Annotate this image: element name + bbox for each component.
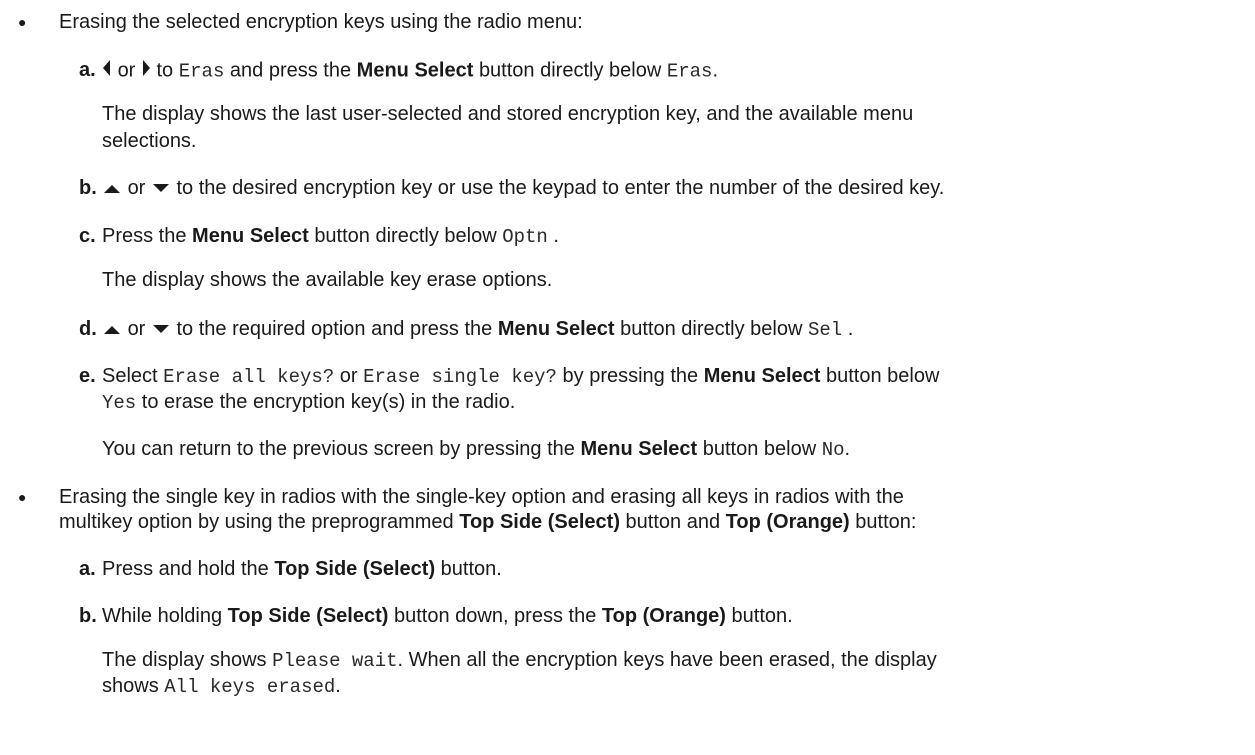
step-text: Press and hold the	[102, 558, 269, 580]
left-arrow-icon	[102, 58, 112, 84]
step-label-e: e.	[79, 365, 96, 387]
or-text: or	[127, 177, 146, 199]
step-text: to erase the encryption key(s) in the ra…	[141, 391, 516, 413]
menu-code-eras: Eras	[178, 60, 225, 83]
step-text: button.	[731, 605, 793, 627]
step-text: button and	[625, 511, 721, 533]
down-arrow-icon	[151, 177, 171, 201]
step-text: While holding	[102, 605, 223, 627]
step-text: You can return to the previous screen by…	[102, 438, 575, 460]
step-text: button directly below	[314, 225, 497, 247]
menu-select-button-ref: Menu Select	[703, 365, 821, 387]
step-e-result: You can return to the previous screen by…	[102, 437, 850, 462]
step-text: Select	[102, 365, 158, 387]
display-message-please-wait: Please wait	[272, 650, 398, 672]
or-text: or	[127, 318, 146, 340]
up-arrow-icon	[102, 318, 122, 342]
step-e-text-line1: Select Erase all keys? or Erase single k…	[102, 364, 939, 389]
menu-select-button-ref: Menu Select	[497, 318, 615, 340]
step-text: multikey option by using the preprogramm…	[59, 511, 454, 533]
right-arrow-icon	[141, 58, 151, 84]
step-label-a: a.	[79, 59, 96, 81]
list-bullet: ●	[18, 14, 27, 30]
step-c-text: Press the Menu Select button directly be…	[102, 224, 559, 249]
menu-code-yes: Yes	[102, 392, 137, 414]
step-2a-text: Press and hold the Top Side (Select) but…	[102, 557, 502, 581]
up-arrow-icon	[102, 177, 122, 201]
step-2b-result-line1: The display shows Please wait. When all …	[102, 648, 937, 673]
step-label-a: a.	[79, 558, 96, 580]
step-text: Press the	[102, 225, 187, 247]
step-b-text: or to the desired encryption key or use …	[102, 176, 944, 201]
menu-select-button-ref: Menu Select	[580, 438, 698, 460]
section-radio-menu-intro: Erasing the selected encryption keys usi…	[59, 11, 583, 33]
step-text: button:	[855, 511, 917, 533]
menu-select-button-ref: Menu Select	[356, 59, 474, 82]
top-orange-button-ref: Top (Orange)	[601, 605, 726, 627]
step-a-text: or to Eras and press the Menu Select but…	[102, 58, 718, 84]
menu-code-no: No	[821, 439, 845, 461]
or-text: or	[339, 365, 358, 387]
to-text: to	[156, 59, 174, 82]
step-label-d: d.	[79, 318, 97, 340]
punctuation: .	[712, 59, 718, 82]
display-message-all-keys-erased: All keys erased	[164, 676, 336, 698]
step-text: button.	[440, 558, 502, 580]
step-a-result-line2: selections.	[102, 130, 197, 152]
step-d-text: or to the required option and press the …	[102, 317, 853, 342]
step-2b-result-line2: shows All keys erased.	[102, 674, 341, 699]
list-bullet: ●	[18, 489, 27, 505]
prompt-erase-all-keys: Erase all keys?	[163, 366, 335, 388]
punctuation: .	[547, 225, 559, 247]
top-side-select-button-ref: Top Side (Select)	[459, 511, 620, 533]
step-2b-text: While holding Top Side (Select) button d…	[102, 604, 793, 628]
punctuation: .	[844, 438, 851, 460]
step-text: to the desired encryption key or use the…	[176, 177, 945, 199]
step-text: and press the	[229, 59, 352, 82]
menu-code-eras: Eras	[666, 60, 713, 83]
step-text: button below	[702, 438, 817, 460]
step-text: The display shows	[102, 649, 267, 671]
prompt-erase-single-key: Erase single key?	[363, 366, 557, 388]
step-text: button directly below	[478, 59, 662, 82]
step-text: . When all the encryption keys have been…	[397, 649, 937, 671]
menu-select-button-ref: Menu Select	[192, 225, 309, 247]
step-text: button below	[825, 365, 940, 387]
section-button-intro-line1: Erasing the single key in radios with th…	[59, 486, 904, 508]
step-text: by pressing the	[562, 365, 699, 387]
section-button-intro-line2: multikey option by using the preprogramm…	[59, 510, 916, 534]
top-side-select-button-ref: Top Side (Select)	[227, 605, 389, 627]
or-text: or	[117, 59, 136, 82]
menu-code-optn: Optn	[502, 226, 548, 248]
down-arrow-icon	[151, 318, 171, 342]
step-e-text-line2: Yes to erase the encryption key(s) in th…	[102, 390, 515, 415]
step-text: button directly below	[620, 318, 803, 340]
step-text: shows	[102, 675, 159, 697]
step-label-c: c.	[79, 225, 96, 247]
step-c-result: The display shows the available key eras…	[102, 269, 553, 291]
menu-code-sel: Sel	[807, 319, 843, 341]
step-label-b: b.	[79, 605, 97, 627]
punctuation: .	[335, 675, 341, 697]
step-text: button down, press the	[393, 605, 597, 627]
step-text: to the required option and press the	[176, 318, 493, 340]
punctuation: .	[842, 318, 854, 340]
step-label-b: b.	[79, 177, 97, 199]
top-side-select-button-ref: Top Side (Select)	[274, 558, 436, 580]
top-orange-button-ref: Top (Orange)	[725, 511, 850, 533]
step-a-result-line1: The display shows the last user-selected…	[102, 103, 914, 125]
